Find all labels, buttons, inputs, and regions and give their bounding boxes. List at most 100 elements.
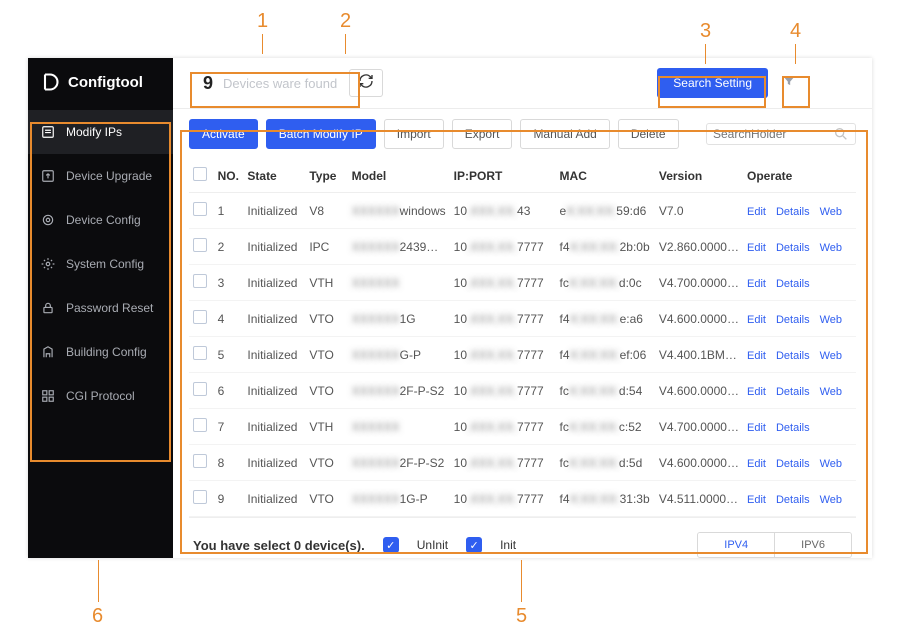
sidebar-item-password-reset[interactable]: Password Reset [28, 286, 173, 330]
minimize-button[interactable] [816, 74, 834, 92]
cell-state: Initialized [243, 481, 305, 517]
edit-link[interactable]: Edit [747, 242, 766, 254]
sidebar-item-label: Building Config [66, 345, 147, 359]
sidebar-item-modify-ips[interactable]: Modify IPs [28, 110, 173, 154]
details-link[interactable]: Details [776, 242, 810, 254]
th-model: Model [348, 159, 450, 193]
callout-6: 6 [92, 605, 103, 628]
cell-type: IPC [305, 229, 347, 265]
sidebar-item-system-config[interactable]: System Config [28, 242, 173, 286]
init-label: Init [500, 538, 516, 552]
uninit-label: UnInit [417, 538, 448, 552]
manual-add-button[interactable]: Manual Add [520, 119, 609, 149]
details-link[interactable]: Details [776, 458, 810, 470]
edit-link[interactable]: Edit [747, 458, 766, 470]
cell-operate: Edit Details Web [743, 337, 856, 373]
system-config-icon [40, 256, 56, 272]
table-row: 8InitializedVTOXXXXXX2F-P-S210.XXX.XX.77… [189, 445, 856, 481]
cell-state: Initialized [243, 409, 305, 445]
web-link[interactable]: Web [820, 242, 842, 254]
details-link[interactable]: Details [776, 278, 810, 290]
cell-no: 1 [214, 193, 244, 229]
uninit-checkbox[interactable]: ✓ [383, 537, 399, 553]
sidebar-item-label: System Config [66, 257, 144, 271]
search-icon[interactable] [833, 126, 849, 142]
row-checkbox[interactable] [193, 346, 207, 360]
sidebar-item-device-upgrade[interactable]: Device Upgrade [28, 154, 173, 198]
th-state: State [243, 159, 305, 193]
cell-type: VTO [305, 373, 347, 409]
cell-type: VTO [305, 301, 347, 337]
edit-link[interactable]: Edit [747, 278, 766, 290]
cell-model: XXXXXX [348, 265, 450, 301]
callout-line [98, 560, 99, 602]
cell-mac: eX:XX:XX:59:d6 [556, 193, 655, 229]
cell-operate: Edit Details Web [743, 193, 856, 229]
details-link[interactable]: Details [776, 386, 810, 398]
cell-type: V8 [305, 193, 347, 229]
edit-link[interactable]: Edit [747, 206, 766, 218]
import-button[interactable]: Import [384, 119, 444, 149]
sidebar-item-building-config[interactable]: Building Config [28, 330, 173, 374]
cell-version: V2.860.0000… [655, 229, 743, 265]
row-checkbox[interactable] [193, 382, 207, 396]
cell-type: VTO [305, 445, 347, 481]
cell-ipport: 10.XXX.XX.43 [450, 193, 556, 229]
cell-model: XXXXXX2F-P-S2 [348, 373, 450, 409]
callout-2: 2 [340, 10, 351, 33]
cell-version: V7.0 [655, 193, 743, 229]
export-button[interactable]: Export [452, 119, 513, 149]
activate-button[interactable]: Activate [189, 119, 258, 149]
cell-mac: fcX:XX:XX:d:5d [556, 445, 655, 481]
edit-link[interactable]: Edit [747, 386, 766, 398]
row-checkbox[interactable] [193, 202, 207, 216]
close-button[interactable] [840, 74, 858, 92]
search-setting-button[interactable]: Search Setting [657, 68, 768, 98]
details-link[interactable]: Details [776, 206, 810, 218]
callout-3: 3 [700, 20, 711, 43]
cell-operate: Edit Details Web [743, 445, 856, 481]
sidebar-item-cgi-protocol[interactable]: CGI Protocol [28, 374, 173, 418]
search-input[interactable] [713, 127, 833, 141]
row-checkbox[interactable] [193, 490, 207, 504]
edit-link[interactable]: Edit [747, 350, 766, 362]
row-checkbox[interactable] [193, 310, 207, 324]
refresh-button[interactable] [349, 69, 383, 97]
details-link[interactable]: Details [776, 350, 810, 362]
device-count-text: Devices ware found [223, 76, 343, 91]
cell-model: XXXXXX [348, 409, 450, 445]
web-link[interactable]: Web [820, 458, 842, 470]
web-link[interactable]: Web [820, 314, 842, 326]
callout-line [795, 44, 796, 64]
cell-operate: Edit Details Web [743, 481, 856, 517]
row-checkbox[interactable] [193, 274, 207, 288]
table-row: 9InitializedVTOXXXXXX1G-P10.XXX.XX.7777f… [189, 481, 856, 517]
row-checkbox[interactable] [193, 418, 207, 432]
sidebar-item-device-config[interactable]: Device Config [28, 198, 173, 242]
row-checkbox[interactable] [193, 238, 207, 252]
delete-button[interactable]: Delete [618, 119, 679, 149]
web-link[interactable]: Web [820, 206, 842, 218]
cell-ipport: 10.XXX.XX.7777 [450, 265, 556, 301]
cell-state: Initialized [243, 193, 305, 229]
web-link[interactable]: Web [820, 494, 842, 506]
edit-link[interactable]: Edit [747, 314, 766, 326]
cell-state: Initialized [243, 229, 305, 265]
details-link[interactable]: Details [776, 494, 810, 506]
ipv4-button[interactable]: IPV4 [698, 533, 775, 557]
details-link[interactable]: Details [776, 314, 810, 326]
row-checkbox[interactable] [193, 454, 207, 468]
callout-line [262, 34, 263, 54]
cell-state: Initialized [243, 301, 305, 337]
ipv6-button[interactable]: IPV6 [775, 533, 851, 557]
batch-modify-ip-button[interactable]: Batch Modify IP [266, 119, 376, 149]
filter-toggle[interactable] [778, 72, 800, 94]
select-all-checkbox[interactable] [193, 167, 207, 181]
init-checkbox[interactable]: ✓ [466, 537, 482, 553]
web-link[interactable]: Web [820, 386, 842, 398]
details-link[interactable]: Details [776, 422, 810, 434]
edit-link[interactable]: Edit [747, 422, 766, 434]
th-no: NO. [214, 159, 244, 193]
edit-link[interactable]: Edit [747, 494, 766, 506]
web-link[interactable]: Web [820, 350, 842, 362]
